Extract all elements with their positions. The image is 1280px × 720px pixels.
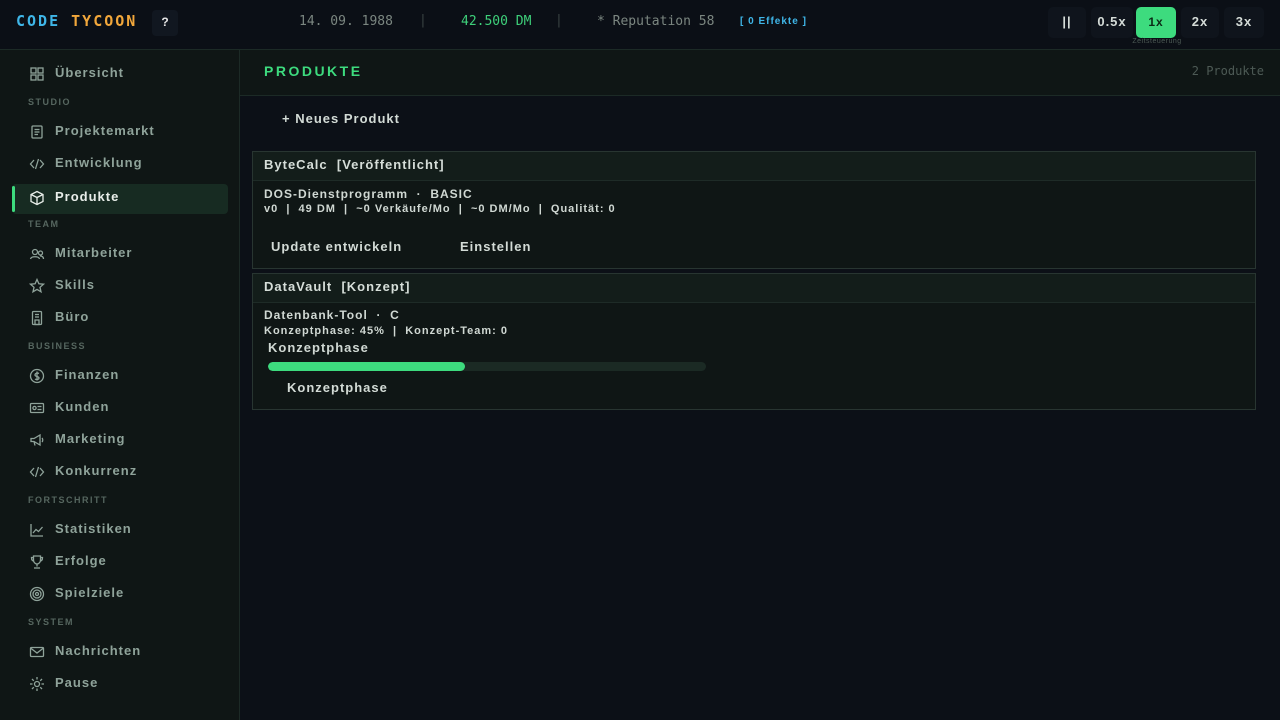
code-icon: [29, 156, 45, 172]
effects-badge[interactable]: [ 0 Effekte ]: [740, 16, 807, 27]
coin-icon: [29, 368, 45, 384]
sidebar-item-projektemarkt[interactable]: Projektemarkt: [12, 117, 228, 147]
new-product-button[interactable]: + Neues Produkt: [272, 109, 410, 129]
product-card: ByteCalc [Veröffentlicht] DOS-Dienstprog…: [252, 151, 1256, 269]
product-subtitle: Datenbank-Tool · C: [264, 308, 400, 322]
page-title: PRODUKTE: [264, 63, 363, 79]
sidebar-item-uebersicht[interactable]: Übersicht: [12, 59, 228, 89]
settings-button[interactable]: Einstellen: [452, 236, 539, 258]
product-stats: Konzeptphase: 45% | Konzept-Team: 0: [264, 325, 509, 337]
speed-0-5x-button[interactable]: 0.5x: [1091, 7, 1133, 38]
sidebar-item-label: Entwicklung: [55, 155, 143, 170]
separator: |: [555, 13, 563, 28]
section-label-system: SYSTEM: [28, 617, 75, 627]
sidebar-item-label: Skills: [55, 277, 95, 292]
update-develop-button[interactable]: Update entwickeln: [263, 236, 410, 258]
star-icon: [29, 278, 45, 294]
sidebar-item-statistiken[interactable]: Statistiken: [12, 515, 228, 545]
speed-2x-button[interactable]: 2x: [1181, 7, 1219, 38]
concept-progress-bar: [268, 362, 706, 371]
speed-caption: Zeitsteuerung: [1132, 38, 1182, 45]
sidebar-item-label: Konkurrenz: [55, 463, 138, 478]
top-bar: CODE TYCOON ? 14. 09. 1988 | 42.500 DM |…: [0, 0, 1280, 50]
section-label-team: TEAM: [28, 219, 60, 229]
pause-button[interactable]: ||: [1048, 7, 1086, 38]
sidebar-item-label: Nachrichten: [55, 643, 142, 658]
speed-1x-button[interactable]: 1x: [1136, 7, 1176, 38]
sidebar-item-label: Büro: [55, 309, 90, 324]
sidebar-item-produkte[interactable]: Produkte: [12, 184, 228, 214]
code-icon: [29, 464, 45, 480]
concept-progress-fill: [268, 362, 466, 371]
sidebar-item-label: Finanzen: [55, 367, 120, 382]
sidebar-item-entwicklung[interactable]: Entwicklung: [12, 149, 228, 179]
sidebar-item-kunden[interactable]: Kunden: [12, 393, 228, 423]
sidebar-item-finanzen[interactable]: Finanzen: [12, 361, 228, 391]
sidebar-item-label: Kunden: [55, 399, 110, 414]
id-card-icon: [29, 400, 45, 416]
product-card: DataVault [Konzept] Datenbank-Tool · C K…: [252, 273, 1256, 410]
sidebar-item-label: Pause: [55, 675, 99, 690]
trophy-icon: [29, 554, 45, 570]
sidebar-item-marketing[interactable]: Marketing: [12, 425, 228, 455]
building-icon: [29, 310, 45, 326]
sidebar-item-buero[interactable]: Büro: [12, 303, 228, 333]
mail-icon: [29, 644, 45, 660]
product-stats: v0 | 49 DM | ~0 Verkäufe/Mo | ~0 DM/Mo |…: [264, 203, 616, 215]
box-icon: [29, 190, 45, 206]
sidebar-item-nachrichten[interactable]: Nachrichten: [12, 637, 228, 667]
sidebar-item-konkurrenz[interactable]: Konkurrenz: [12, 457, 228, 487]
grid-icon: [29, 66, 45, 82]
product-title: ByteCalc [Veröffentlicht]: [264, 157, 445, 172]
product-card-header: ByteCalc [Veröffentlicht]: [253, 152, 1255, 181]
section-label-business: BUSINESS: [28, 341, 87, 351]
sidebar-item-erfolge[interactable]: Erfolge: [12, 547, 228, 577]
sidebar-item-label: Spielziele: [55, 585, 125, 600]
logo-tycoon: TYCOON: [71, 12, 138, 30]
section-label-fortschritt: FORTSCHRITT: [28, 495, 108, 505]
megaphone-icon: [29, 432, 45, 448]
game-date: 14. 09. 1988: [299, 14, 393, 29]
document-icon: [29, 124, 45, 140]
sidebar-item-label: Statistiken: [55, 521, 132, 536]
product-card-header: DataVault [Konzept]: [253, 274, 1255, 303]
section-label-studio: STUDIO: [28, 97, 72, 107]
sidebar: Übersicht STUDIO Projektemarkt Entwicklu…: [0, 50, 240, 720]
page-header: PRODUKTE 2 Produkte: [240, 50, 1280, 96]
sidebar-item-spielziele[interactable]: Spielziele: [12, 579, 228, 609]
sidebar-item-label: Mitarbeiter: [55, 245, 133, 260]
reputation-display: * Reputation 58: [597, 14, 715, 29]
chart-icon: [29, 522, 45, 538]
sidebar-item-label: Produkte: [55, 189, 120, 204]
sidebar-item-label: Marketing: [55, 431, 126, 446]
product-title: DataVault [Konzept]: [264, 279, 411, 294]
separator: |: [419, 13, 427, 28]
sidebar-item-label: Übersicht: [55, 65, 124, 80]
sidebar-item-mitarbeiter[interactable]: Mitarbeiter: [12, 239, 228, 269]
sidebar-item-label: Projektemarkt: [55, 123, 155, 138]
logo-code: CODE: [16, 12, 61, 30]
help-button[interactable]: ?: [152, 10, 178, 36]
sidebar-item-label: Erfolge: [55, 553, 107, 568]
main-content: PRODUKTE 2 Produkte + Neues Produkt Byte…: [240, 50, 1280, 720]
target-icon: [29, 586, 45, 602]
money-display: 42.500 DM: [461, 14, 532, 29]
gear-icon: [29, 676, 45, 692]
sidebar-item-pause[interactable]: Pause: [12, 669, 228, 699]
product-count: 2 Produkte: [1191, 64, 1264, 78]
people-icon: [29, 246, 45, 262]
speed-3x-button[interactable]: 3x: [1224, 7, 1264, 38]
phase-label: Konzeptphase: [268, 340, 369, 355]
concept-phase-button[interactable]: Konzeptphase: [279, 377, 396, 399]
sidebar-item-skills[interactable]: Skills: [12, 271, 228, 301]
product-subtitle: DOS-Dienstprogramm · BASIC: [264, 187, 473, 201]
app-logo: CODE TYCOON: [16, 12, 137, 30]
